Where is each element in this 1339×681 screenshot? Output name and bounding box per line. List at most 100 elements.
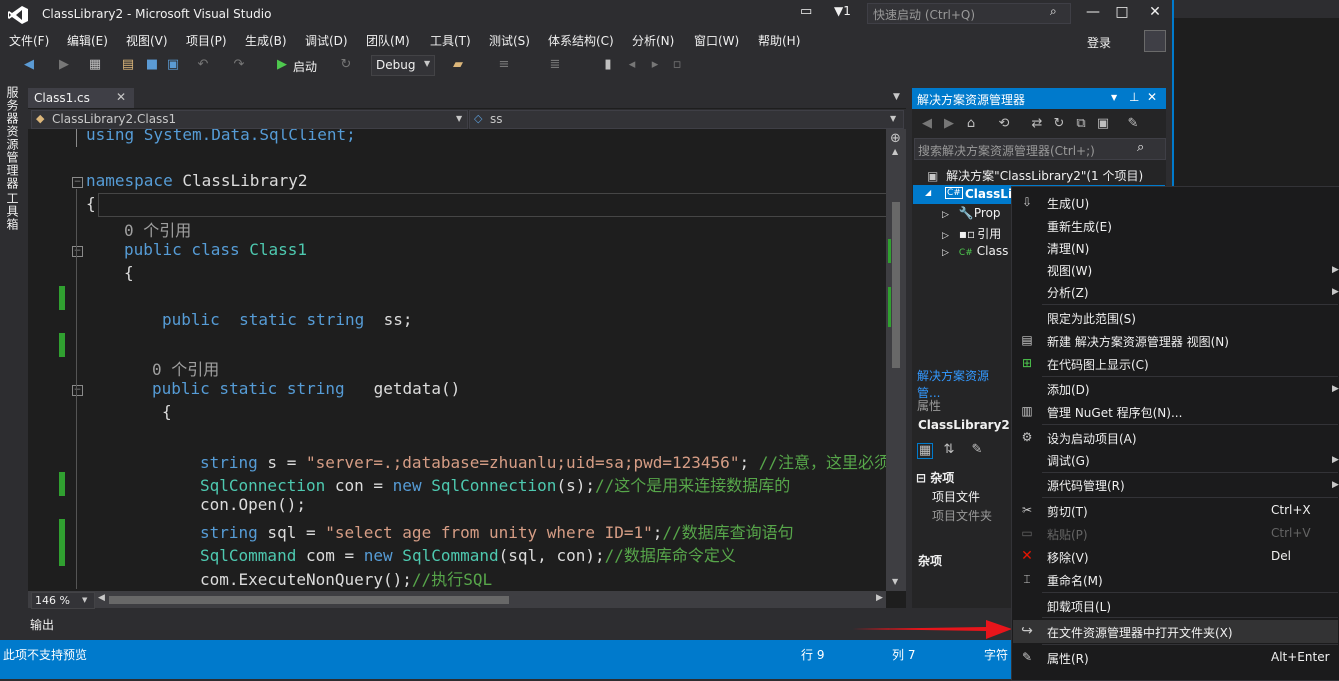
output-tab[interactable]: 输出 — [30, 616, 54, 633]
undo-icon[interactable]: ↶ — [196, 58, 210, 72]
alphabetical-icon[interactable]: ⇅ — [942, 443, 956, 457]
sync-icon[interactable]: ⟲ — [997, 117, 1011, 131]
feedback-icon[interactable]: ▭ — [800, 4, 812, 19]
menu-item-show-on-code-map[interactable]: 在代码图上显示(C) — [1047, 356, 1149, 373]
wrench-icon[interactable]: ✎ — [1126, 117, 1140, 131]
expanded-arrow-icon[interactable]: ◢ — [925, 188, 931, 197]
solution-explorer-bottom-tab[interactable]: 解决方案资源管... — [912, 364, 1012, 400]
type-dropdown[interactable]: ◆ ClassLibrary2.Class1 ▼ — [31, 110, 468, 129]
home-icon[interactable]: ⌂ — [964, 117, 978, 131]
avatar[interactable] — [1144, 30, 1166, 52]
scrollbar-thumb[interactable] — [892, 202, 900, 368]
tree-solution[interactable]: ▣ 解决方案"ClassLibrary2"(1 个项目) — [927, 167, 1143, 184]
collapsed-arrow-icon[interactable]: ▷ — [942, 210, 949, 220]
save-all-icon[interactable]: ▣ — [166, 58, 180, 72]
tree-item-class[interactable]: ▷ C# Class — [942, 244, 1008, 258]
property-pages-icon[interactable]: ✎ — [970, 443, 984, 457]
collapsed-arrow-icon[interactable]: ▷ — [942, 231, 949, 241]
pin-icon[interactable]: ⊥ — [1129, 90, 1139, 104]
comment-icon[interactable]: ≣ — [548, 58, 562, 72]
menu-item-view[interactable]: 视图(W) — [1047, 262, 1092, 279]
maximize-button[interactable]: □ — [1112, 4, 1132, 22]
bookmark-prev-icon[interactable]: ◂ — [625, 58, 639, 72]
redo-icon[interactable]: ↷ — [232, 58, 246, 72]
open-folder-icon[interactable]: ▤ — [121, 58, 135, 72]
close-icon[interactable]: ✕ — [1147, 90, 1157, 104]
menu-debug[interactable]: 调试(D) — [305, 32, 348, 49]
play-icon[interactable]: ▶ — [275, 58, 289, 72]
category-row[interactable]: ⊟ 杂项 — [916, 469, 954, 486]
menu-item-clean[interactable]: 清理(N) — [1047, 240, 1089, 257]
tree-item-properties[interactable]: ▷ 🔧Prop — [942, 206, 1001, 220]
menu-architecture[interactable]: 体系结构(C) — [548, 32, 614, 49]
menu-item-open-in-file-explorer[interactable]: 在文件资源管理器中打开文件夹(X) — [1047, 624, 1233, 641]
menu-item-remove[interactable]: 移除(V) — [1047, 549, 1089, 566]
property-row[interactable]: 项目文件夹 — [932, 507, 992, 524]
format-icon[interactable]: ≡ — [497, 58, 511, 72]
pending-changes-icon[interactable]: ⇄ — [1030, 117, 1044, 131]
menu-test[interactable]: 测试(S) — [489, 32, 530, 49]
menu-edit[interactable]: 编辑(E) — [67, 32, 108, 49]
scroll-up-icon[interactable]: ▲ — [892, 147, 898, 156]
menu-item-source-control[interactable]: 源代码管理(R) — [1047, 477, 1125, 494]
bookmark-clear-icon[interactable]: ▫ — [670, 58, 684, 72]
start-button[interactable]: 启动 — [293, 58, 317, 75]
new-project-icon[interactable]: ▦ — [88, 58, 102, 72]
menu-item-rename[interactable]: 重命名(M) — [1047, 572, 1103, 589]
collapse-class-button[interactable]: − — [72, 246, 83, 257]
codelens-references[interactable]: 0 个引用 — [152, 356, 219, 380]
member-dropdown[interactable]: ◇ ss ▼ — [469, 110, 904, 129]
refresh-icon[interactable]: ↻ — [1052, 117, 1066, 131]
menu-item-set-startup[interactable]: 设为启动项目(A) — [1047, 430, 1137, 447]
menu-item-scope-to-this[interactable]: 限定为此范围(S) — [1047, 310, 1136, 327]
scroll-left-icon[interactable]: ◀ — [98, 593, 105, 603]
refresh-icon[interactable]: ↻ — [339, 58, 353, 72]
menu-project[interactable]: 项目(P) — [186, 32, 227, 49]
menu-item-new-view[interactable]: 新建 解决方案资源管理器 视图(N) — [1047, 333, 1229, 350]
find-icon[interactable]: ▰ — [451, 58, 465, 72]
menu-item-cut[interactable]: 剪切(T) — [1047, 503, 1088, 520]
code-area[interactable]: − − − using System.Data.SqlClient; names… — [28, 129, 886, 591]
bookmark-next-icon[interactable]: ▸ — [648, 58, 662, 72]
toolbox-tab[interactable]: 工具箱 — [4, 192, 21, 231]
collapse-method-button[interactable]: − — [72, 385, 83, 396]
menu-item-add[interactable]: 添加(D) — [1047, 381, 1090, 398]
menu-item-analyze[interactable]: 分析(Z) — [1047, 284, 1089, 301]
menu-item-unload-project[interactable]: 卸载项目(L) — [1047, 598, 1111, 615]
categorized-icon[interactable]: ▦ — [917, 443, 933, 459]
menu-item-properties[interactable]: 属性(R) — [1047, 650, 1089, 667]
solution-configuration-select[interactable]: Debug ▼ — [371, 55, 435, 76]
close-tab-icon[interactable]: ✕ — [116, 90, 126, 104]
login-link[interactable]: 登录 — [1087, 34, 1111, 51]
menu-tools[interactable]: 工具(T) — [430, 32, 471, 49]
codelens-references[interactable]: 0 个引用 — [124, 217, 191, 241]
forward-icon[interactable]: ▶ — [57, 58, 71, 72]
menu-item-paste[interactable]: 粘贴(P) — [1047, 526, 1088, 543]
close-button[interactable]: ✕ — [1145, 4, 1165, 22]
tab-list-icon[interactable]: ▼ — [893, 92, 900, 102]
menu-team[interactable]: 团队(M) — [366, 32, 410, 49]
scrollbar-thumb[interactable] — [109, 596, 509, 604]
menu-window[interactable]: 窗口(W) — [694, 32, 739, 49]
collapsed-arrow-icon[interactable]: ▷ — [942, 248, 949, 258]
menu-item-manage-nuget[interactable]: 管理 NuGet 程序包(N)... — [1047, 404, 1182, 421]
menu-view[interactable]: 视图(V) — [126, 32, 168, 49]
show-all-files-icon[interactable]: ▣ — [1096, 117, 1110, 131]
server-explorer-tab[interactable]: 服务器资源管理器 — [4, 86, 21, 190]
menu-help[interactable]: 帮助(H) — [758, 32, 800, 49]
quick-launch-input[interactable]: 快速启动 (Ctrl+Q) ⌕ — [867, 3, 1071, 24]
menu-item-rebuild[interactable]: 重新生成(E) — [1047, 218, 1112, 235]
vertical-scrollbar[interactable]: ⊕ ▲ ▼ — [886, 129, 906, 591]
collapse-namespace-button[interactable]: − — [72, 177, 83, 188]
menu-item-debug[interactable]: 调试(G) — [1047, 452, 1090, 469]
save-icon[interactable]: ■ — [145, 58, 159, 72]
tree-item-references[interactable]: ▷ ▪▫ 引用 — [942, 225, 1001, 242]
tab-class1-cs[interactable]: Class1.cs ✕ — [28, 88, 134, 108]
zoom-select[interactable]: 146 % ▼ — [31, 592, 95, 609]
notifications-button[interactable]: ▼1 — [834, 4, 851, 18]
menu-build[interactable]: 生成(B) — [245, 32, 287, 49]
split-icon[interactable]: ⊕ — [890, 131, 901, 146]
bookmark-icon[interactable]: ▮ — [601, 58, 615, 72]
minimize-button[interactable]: — — [1083, 4, 1103, 22]
scroll-down-icon[interactable]: ▼ — [892, 577, 898, 586]
